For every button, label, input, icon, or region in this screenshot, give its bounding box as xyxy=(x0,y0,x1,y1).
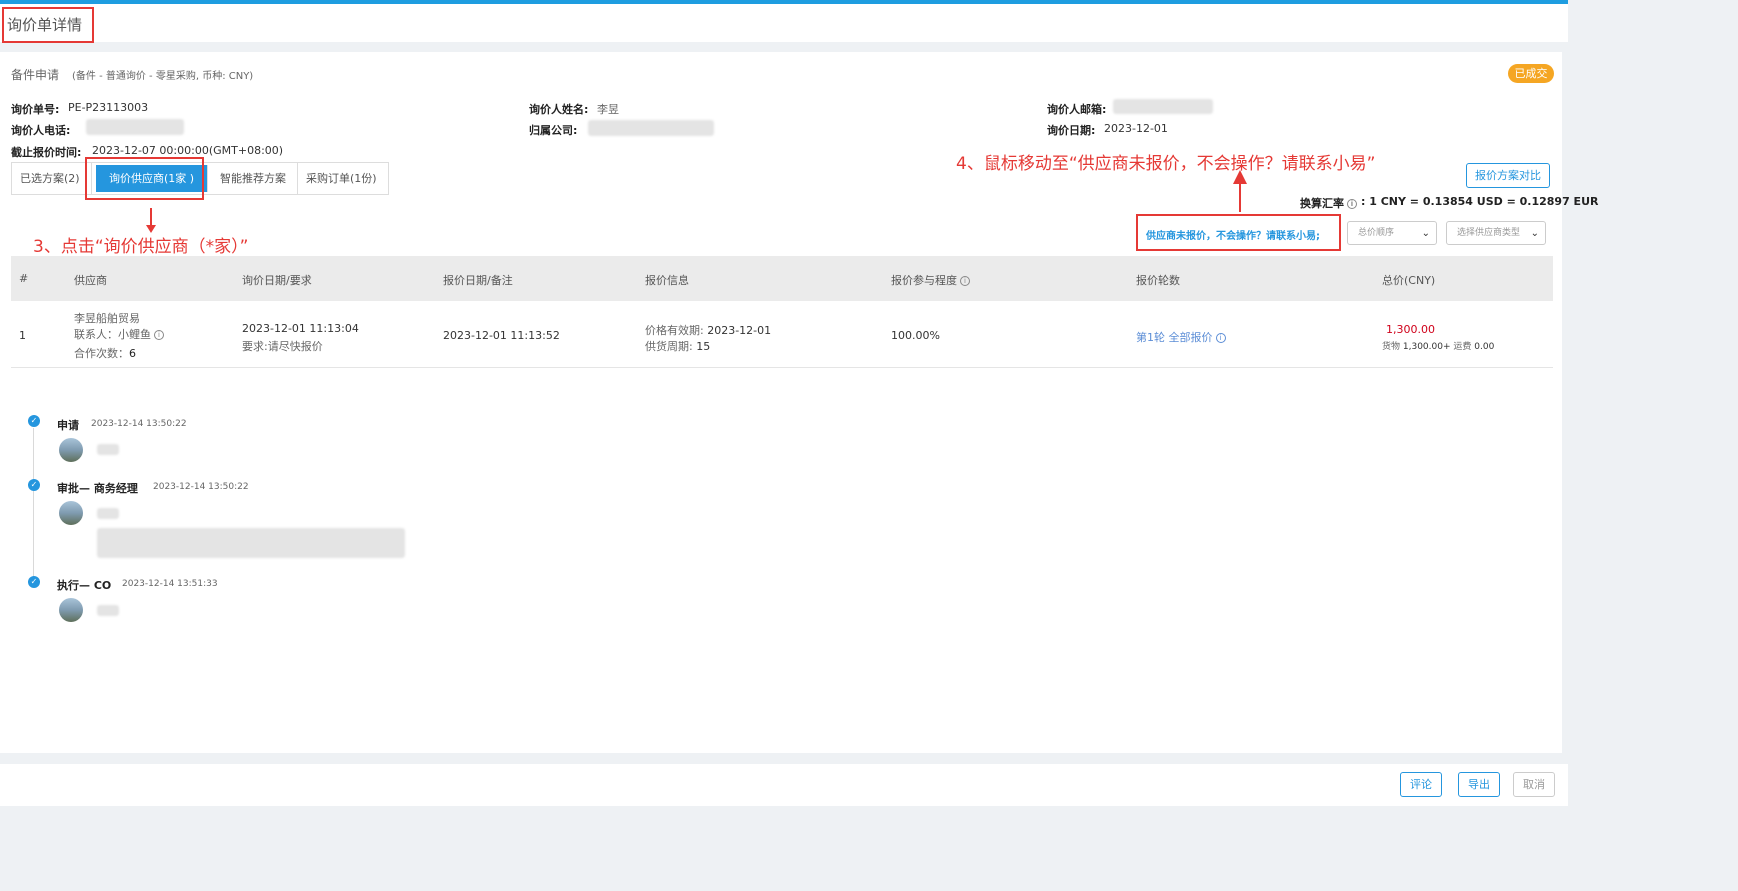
col-total: 总价(CNY) xyxy=(1382,274,1436,287)
deadline: 2023-12-07 00:00:00(GMT+08:00) xyxy=(92,144,284,157)
col-rounds: 报价轮数 xyxy=(1136,274,1180,287)
arrow-down-icon xyxy=(146,208,156,233)
tab-purchase-orders[interactable]: 采购订单(1份) xyxy=(298,163,388,194)
supplier-type-select[interactable]: 选择供应商类型 ⌄ xyxy=(1446,221,1546,245)
check-icon: ✓ xyxy=(28,576,40,588)
inquiry-date: 2023-12-01 xyxy=(1104,122,1168,135)
redacted-name xyxy=(97,508,119,519)
inquiry-datetime: 2023-12-01 11:13:04 xyxy=(242,322,359,335)
timeline-line xyxy=(33,428,34,578)
compare-plans-button[interactable]: 报价方案对比 xyxy=(1466,163,1550,188)
info-icon: i xyxy=(1347,199,1357,209)
deadline-label: 截止报价时间: xyxy=(11,146,82,159)
col-supplier: 供应商 xyxy=(74,274,107,287)
row-index: 1 xyxy=(19,329,26,342)
col-inquiry-date: 询价日期/要求 xyxy=(242,274,312,287)
rounds-link[interactable]: 第1轮 全部报价 i xyxy=(1136,329,1226,345)
exchange-rate-value: : 1 CNY = 0.13854 USD = 0.12897 EUR xyxy=(1361,195,1599,208)
inquiry-no-label: 询价单号: xyxy=(11,103,60,116)
redacted-email xyxy=(1113,99,1213,114)
col-index: # xyxy=(19,272,29,285)
timeline-time: 2023-12-14 13:50:22 xyxy=(91,419,187,429)
annotation-step4: 4、鼠标移动至“供应商未报价，不会操作？请联系小易” xyxy=(956,154,1376,174)
inquirer-name: 李昱 xyxy=(597,103,619,116)
timeline-title: 申请 xyxy=(57,419,79,432)
price-validity: 价格有效期: 2023-12-01 xyxy=(645,324,772,337)
info-icon: i xyxy=(960,276,970,286)
avatar xyxy=(59,598,83,622)
coop-count: 合作次数：6 xyxy=(74,347,136,360)
annotation-step3: 3、点击“询价供应商（*家）” xyxy=(33,237,249,257)
check-icon: ✓ xyxy=(28,415,40,427)
redacted-name xyxy=(97,605,119,616)
section-title: 备件申请 xyxy=(11,68,60,82)
info-icon: i xyxy=(154,330,164,340)
inquiry-date-label: 询价日期: xyxy=(1047,124,1096,137)
redacted-phone xyxy=(86,119,184,135)
inquirer-phone-label: 询价人电话: xyxy=(11,124,71,137)
comment-button[interactable]: 评论 xyxy=(1400,772,1442,797)
table-row[interactable]: 1 李昱船舶贸易 联系人：小鲤鱼 i 合作次数：6 2023-12-01 11:1… xyxy=(11,301,1553,368)
highlight-tab-box xyxy=(85,157,204,200)
col-quote-info: 报价信息 xyxy=(645,274,689,287)
supplier-name: 李昱船舶贸易 xyxy=(74,312,140,325)
table-header: # 供应商 询价日期/要求 报价日期/备注 报价信息 报价参与程度 i 报价轮数 … xyxy=(11,256,1553,301)
chevron-down-icon: ⌄ xyxy=(1530,228,1539,239)
sort-select[interactable]: 总价顺序 ⌄ xyxy=(1347,221,1437,245)
cancel-button[interactable]: 取消 xyxy=(1513,772,1555,797)
supplier-hint-link[interactable]: 供应商未报价，不会操作？请联系小易; xyxy=(1146,227,1320,242)
participation-value: 100.00% xyxy=(891,329,940,342)
inquiry-requirement: 要求:请尽快报价 xyxy=(242,340,323,353)
redacted-name xyxy=(97,444,119,455)
tab-smart-recommend[interactable]: 智能推荐方案 xyxy=(212,163,298,194)
redacted-comment xyxy=(97,528,405,558)
footer-bar: 评论 导出 取消 xyxy=(0,764,1568,806)
chevron-down-icon: ⌄ xyxy=(1421,228,1430,239)
exchange-rate-label: 换算汇率 i xyxy=(1300,195,1357,211)
detail-card: 备件申请 (备件 - 普通询价 - 零星采购, 币种: CNY) 已成交 询价单… xyxy=(0,52,1598,753)
timeline-title: 审批— 商务经理 xyxy=(57,482,138,495)
inquiry-no: PE-P23113003 xyxy=(68,101,149,114)
redacted-company xyxy=(588,120,714,136)
title-bar: 询价单详情 xyxy=(0,4,1568,43)
total-breakdown: 货物 1,300.00+ 运费 0.00 xyxy=(1382,342,1495,352)
export-button[interactable]: 导出 xyxy=(1458,772,1500,797)
inquirer-name-label: 询价人姓名: xyxy=(529,103,589,116)
supplier-contact: 联系人：小鲤鱼 i xyxy=(74,326,164,342)
timeline-title: 执行— CO xyxy=(57,579,112,592)
info-icon: i xyxy=(1215,333,1226,343)
company-label: 归属公司: xyxy=(529,124,578,137)
check-icon: ✓ xyxy=(28,479,40,491)
avatar xyxy=(59,438,83,462)
tab-selected-plans[interactable]: 已选方案(2) xyxy=(12,163,92,194)
col-participation: 报价参与程度 i xyxy=(891,272,970,288)
col-quote-date: 报价日期/备注 xyxy=(443,274,513,287)
supply-period: 供货周期: 15 xyxy=(645,340,711,353)
status-badge: 已成交 xyxy=(1508,64,1554,83)
page-title: 询价单详情 xyxy=(2,7,94,43)
section-subtitle: (备件 - 普通询价 - 零星采购, 币种: CNY) xyxy=(72,71,254,82)
arrow-up-icon xyxy=(1233,170,1247,212)
inquirer-email-label: 询价人邮箱: xyxy=(1047,103,1107,116)
total-price: 1,300.00 xyxy=(1386,323,1435,336)
avatar xyxy=(59,501,83,525)
timeline-time: 2023-12-14 13:50:22 xyxy=(153,482,249,492)
timeline-time: 2023-12-14 13:51:33 xyxy=(122,579,218,589)
quote-datetime: 2023-12-01 11:13:52 xyxy=(443,329,560,342)
